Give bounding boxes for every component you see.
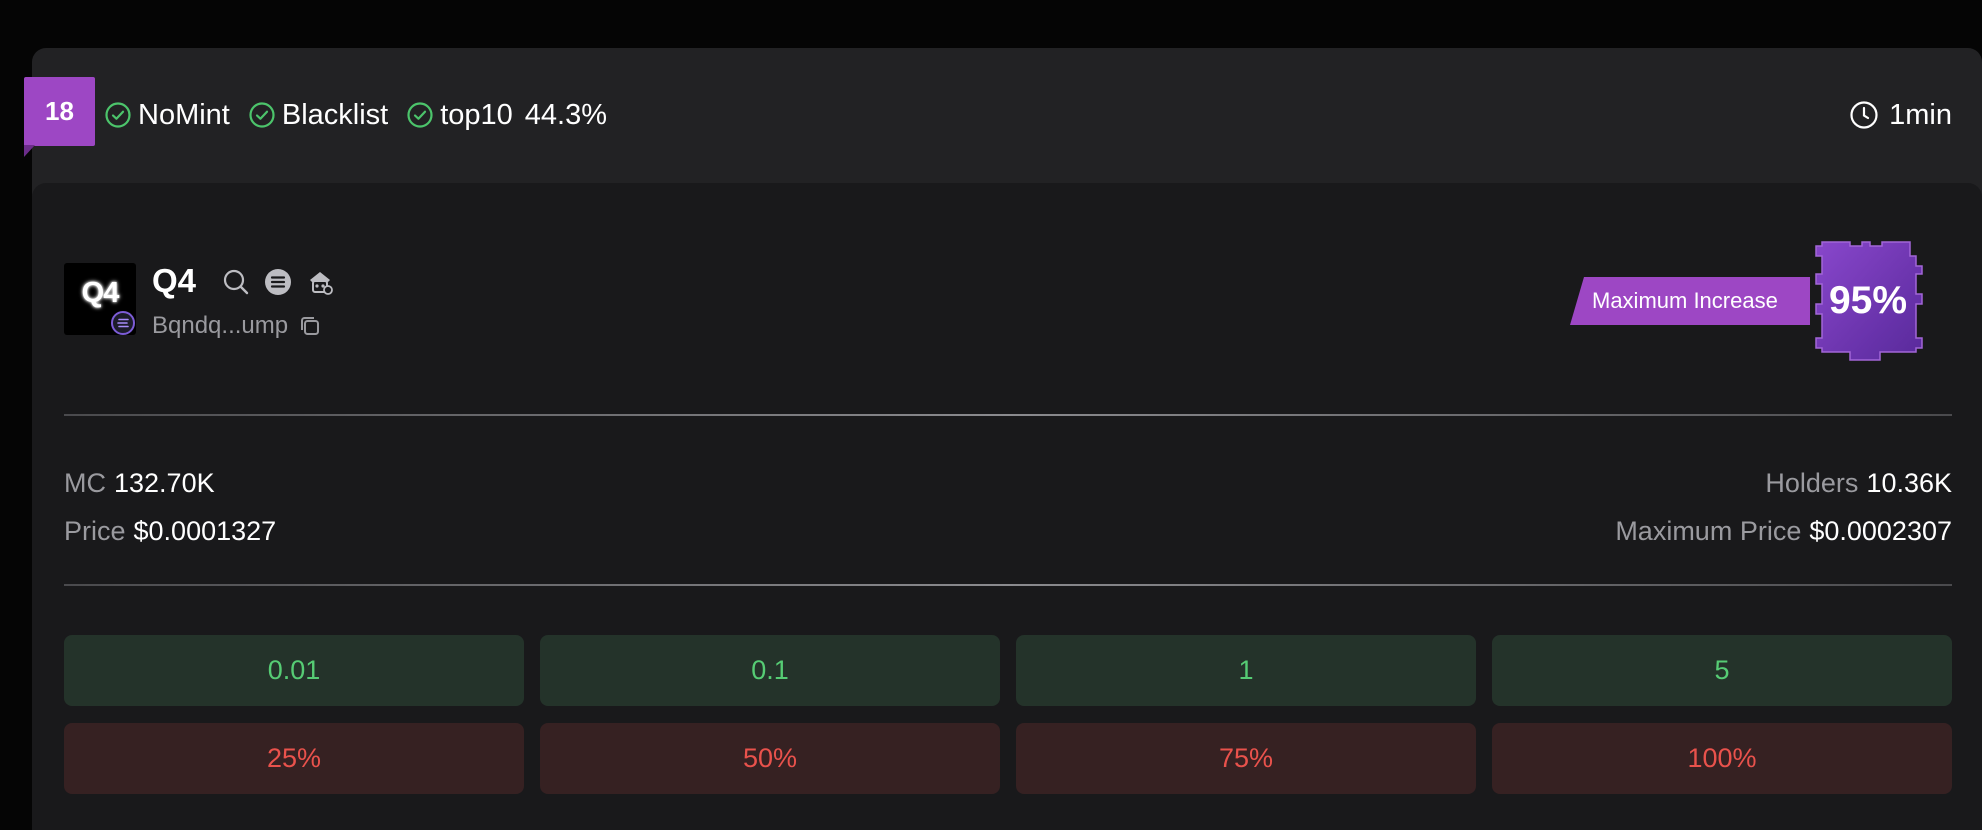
max-price-value: $0.0002307 <box>1809 516 1952 546</box>
mc-value: 132.70K <box>114 468 215 498</box>
max-increase-value: 95% <box>1828 279 1908 322</box>
sell-button-75[interactable]: 75% <box>1016 723 1476 794</box>
tag-label: Blacklist <box>281 98 389 131</box>
rank-number: 18 <box>45 96 74 126</box>
tag-nomint: NoMint <box>104 99 230 132</box>
wizard-icon[interactable] <box>306 268 334 296</box>
mc-stat: MC 132.70K <box>64 468 215 499</box>
buy-button-0.01[interactable]: 0.01 <box>64 635 524 706</box>
token-logo-text: Q4 <box>81 277 120 309</box>
copy-icon[interactable] <box>298 314 322 338</box>
sell-button-100[interactable]: 100% <box>1492 723 1952 794</box>
max-increase-label: Maximum Increase <box>1592 288 1778 313</box>
rank-badge-tail <box>24 145 35 157</box>
token-tools <box>222 268 334 296</box>
search-icon[interactable] <box>222 268 250 296</box>
holders-stat: Holders 10.36K <box>1765 468 1952 499</box>
buy-button-0.1[interactable]: 0.1 <box>540 635 1000 706</box>
token-address: Bqndq...ump <box>152 312 322 340</box>
max-increase-banner: Maximum Increase <box>1570 277 1810 325</box>
price-label: Price <box>64 516 126 546</box>
tag-list: NoMint Blacklist top10 44.3% <box>104 95 607 135</box>
address-text: Bqndq...ump <box>152 312 289 339</box>
mc-label: MC <box>64 468 106 498</box>
buy-button-5[interactable]: 5 <box>1492 635 1952 706</box>
divider-bottom <box>64 584 1952 586</box>
buy-button-1[interactable]: 1 <box>1016 635 1476 706</box>
check-circle-icon <box>406 101 434 129</box>
check-circle-icon <box>248 101 276 129</box>
tag-label: top10 <box>440 98 513 131</box>
menu-icon[interactable] <box>264 268 292 296</box>
solana-chain-icon <box>111 311 135 335</box>
price-value: $0.0001327 <box>133 516 277 546</box>
rank-badge: 18 <box>24 77 95 146</box>
holders-label: Holders <box>1765 468 1859 498</box>
tag-label: NoMint <box>138 98 230 131</box>
age-value: 1min <box>1889 98 1952 131</box>
price-stat: Price $0.0001327 <box>64 516 276 547</box>
tag-top10: top10 44.3% <box>406 99 607 132</box>
clock-icon <box>1849 100 1879 130</box>
token-age: 1min <box>1849 95 1952 135</box>
divider-top <box>64 414 1952 416</box>
tag-blacklist: Blacklist <box>248 99 388 132</box>
max-price-stat: Maximum Price $0.0002307 <box>1615 516 1952 547</box>
sell-button-50[interactable]: 50% <box>540 723 1000 794</box>
check-circle-icon <box>104 101 132 129</box>
top10-percentage: 44.3% <box>524 98 608 131</box>
max-price-label: Maximum Price <box>1615 516 1802 546</box>
holders-value: 10.36K <box>1866 468 1952 498</box>
token-symbol: Q4 <box>152 262 197 299</box>
sell-button-25[interactable]: 25% <box>64 723 524 794</box>
